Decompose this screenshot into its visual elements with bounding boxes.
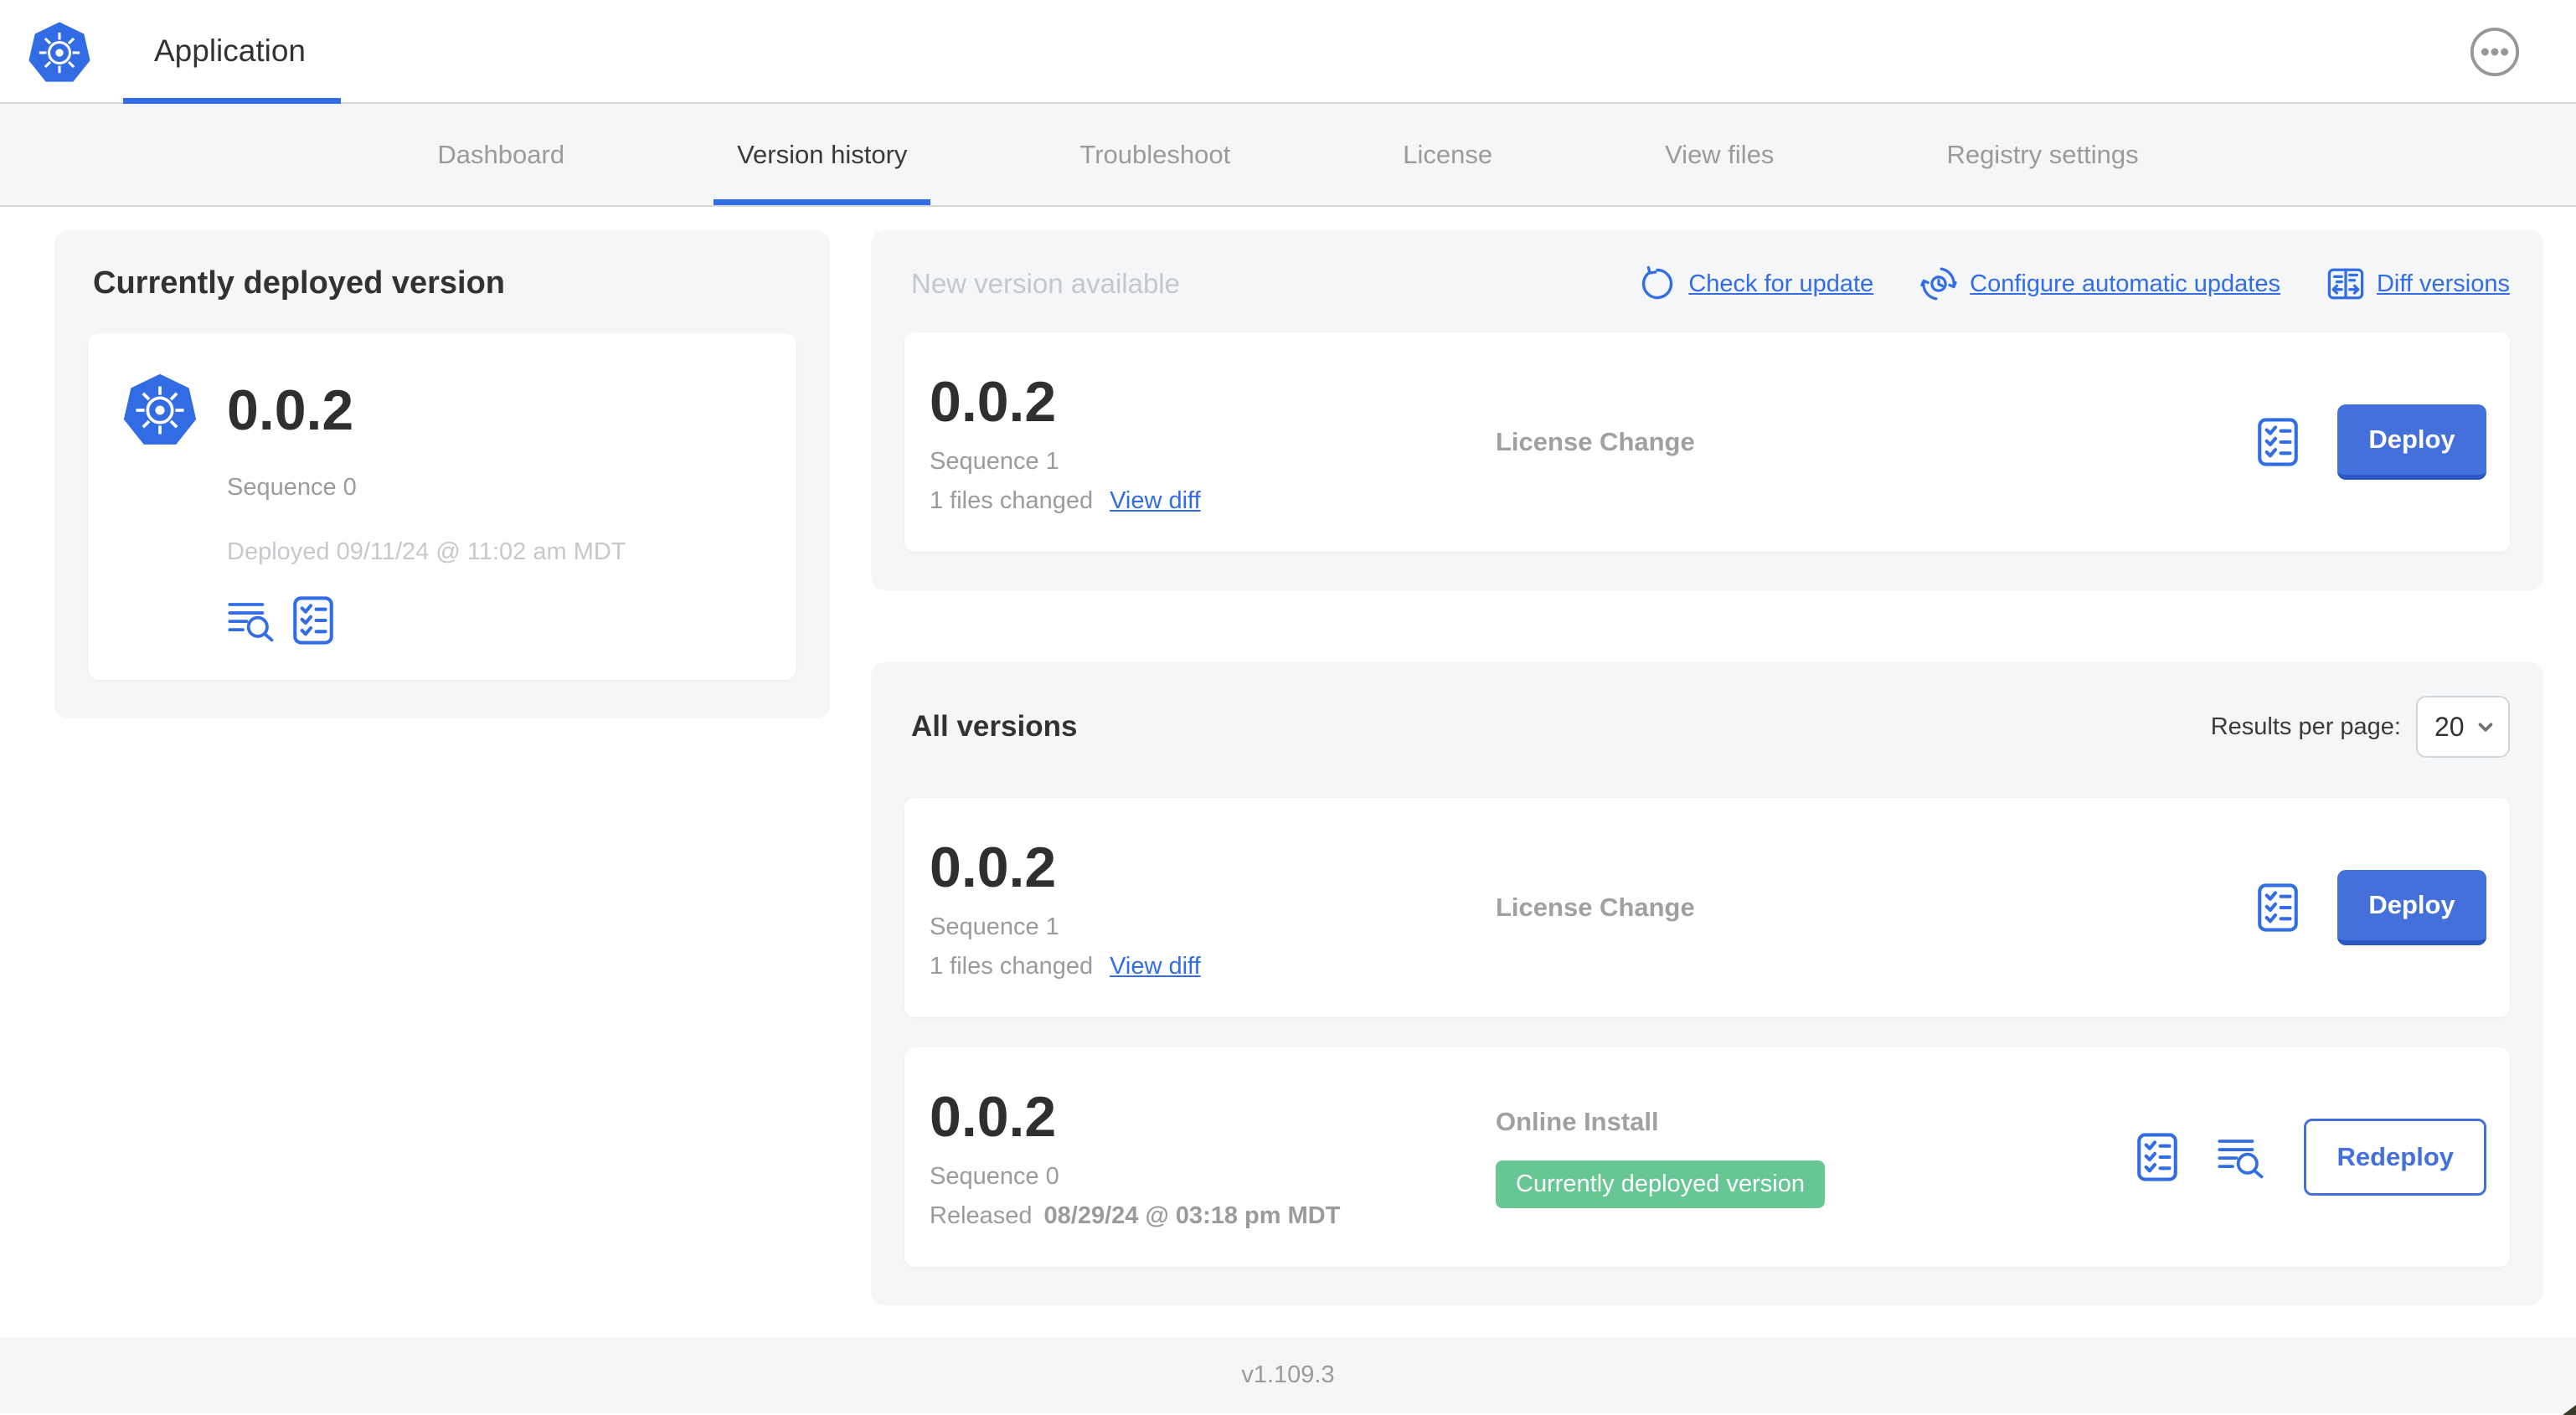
version-row-sequence-0: 0.0.2 Sequence 0 Released 08/29/24 @ 03:… [904,1047,2510,1267]
tab-view-files[interactable]: View files [1641,104,1797,205]
preflight-checks-button[interactable] [2257,883,2299,932]
scheduled-update-icon [1920,267,1957,301]
currently-deployed-panel: Currently deployed version 0.0.2 Sequenc… [54,230,830,718]
logs-icon [2218,1140,2264,1179]
deployed-sequence: Sequence 0 [227,474,357,501]
refresh-icon [1642,265,1673,300]
tab-license[interactable]: License [1379,104,1516,205]
ellipsis-icon [2470,27,2520,77]
main-content: Currently deployed version 0.0.2 Sequenc… [0,207,2576,1337]
kubernetes-app-icon [122,372,198,446]
currently-deployed-title: Currently deployed version [93,265,506,301]
version-source-label: Online Install [1496,1106,1659,1136]
overflow-menu-button[interactable] [2469,26,2521,78]
all-versions-title: All versions [911,710,1078,743]
tab-troubleshoot[interactable]: Troubleshoot [1056,104,1254,205]
view-logs-button[interactable] [227,599,276,642]
files-changed-label: 1 files changed [930,487,1094,514]
app-title-active-underline [123,98,341,104]
deploy-button[interactable]: Deploy [2337,870,2486,945]
deployed-timestamp: Deployed 09/11/24 @ 11:02 am MDT [227,538,626,565]
version-number: 0.0.2 [930,370,1057,434]
all-versions-panel: All versions Results per page: 20 0.0.2 … [871,662,2543,1305]
version-number: 0.0.2 [930,1085,1057,1149]
new-version-title: New version available [911,268,1180,299]
released-timestamp: Released 08/29/24 @ 03:18 pm MDT [930,1202,1341,1229]
chevron-down-icon [2478,723,2493,732]
results-per-page-label: Results per page: [2210,713,2401,740]
check-for-update-link[interactable]: Check for update [1639,265,1873,302]
new-version-card: 0.0.2 Sequence 1 1 files changed View di… [904,332,2510,552]
redeploy-button[interactable]: Redeploy [2304,1119,2486,1196]
view-logs-button[interactable] [2217,1135,2265,1179]
preflight-checks-button[interactable] [2257,418,2299,466]
logs-icon [228,603,274,642]
diff-icon [2327,268,2364,300]
version-sequence: Sequence 0 [930,1163,1059,1190]
new-version-panel: New version available Check for update C… [871,230,2543,590]
version-source-label: License Change [1496,427,1695,456]
tab-version-history[interactable]: Version history [714,104,931,205]
view-diff-link[interactable]: View diff [1110,953,1201,980]
tab-dashboard[interactable]: Dashboard [414,104,588,205]
checklist-icon [292,596,334,645]
deployed-version-card: 0.0.2 Sequence 0 Deployed 09/11/24 @ 11:… [88,333,796,680]
tab-registry-settings[interactable]: Registry settings [1923,104,2161,205]
preflight-checks-button[interactable] [292,596,334,645]
version-row-sequence-1: 0.0.2 Sequence 1 1 files changed View di… [904,798,2510,1017]
version-sequence: Sequence 1 [930,448,1059,475]
currently-deployed-badge: Currently deployed version [1496,1160,1825,1208]
preflight-checks-button[interactable] [2136,1133,2178,1181]
version-source-label: License Change [1496,893,1695,922]
results-per-page-select[interactable]: 20 [2416,696,2510,758]
cursor-artifact [2563,1405,2576,1415]
app-header: Application [0,0,2576,104]
files-changed-label: 1 files changed [930,953,1094,980]
version-sequence: Sequence 1 [930,913,1059,940]
deploy-button[interactable]: Deploy [2337,404,2486,480]
app-title: Application [154,33,307,68]
checklist-icon [2257,883,2299,932]
version-number: 0.0.2 [930,836,1057,899]
checklist-icon [2257,418,2299,466]
view-diff-link[interactable]: View diff [1110,487,1201,515]
checklist-icon [2136,1133,2178,1181]
deployed-version-number: 0.0.2 [227,378,354,442]
console-version-label: v1.109.3 [1241,1361,1335,1388]
app-nav: Dashboard Version history Troubleshoot L… [0,104,2576,207]
diff-versions-link[interactable]: Diff versions [2327,265,2510,302]
configure-automatic-updates-link[interactable]: Configure automatic updates [1920,265,2280,302]
kubernetes-logo-icon [27,20,92,84]
app-footer: v1.109.3 [0,1337,2576,1413]
